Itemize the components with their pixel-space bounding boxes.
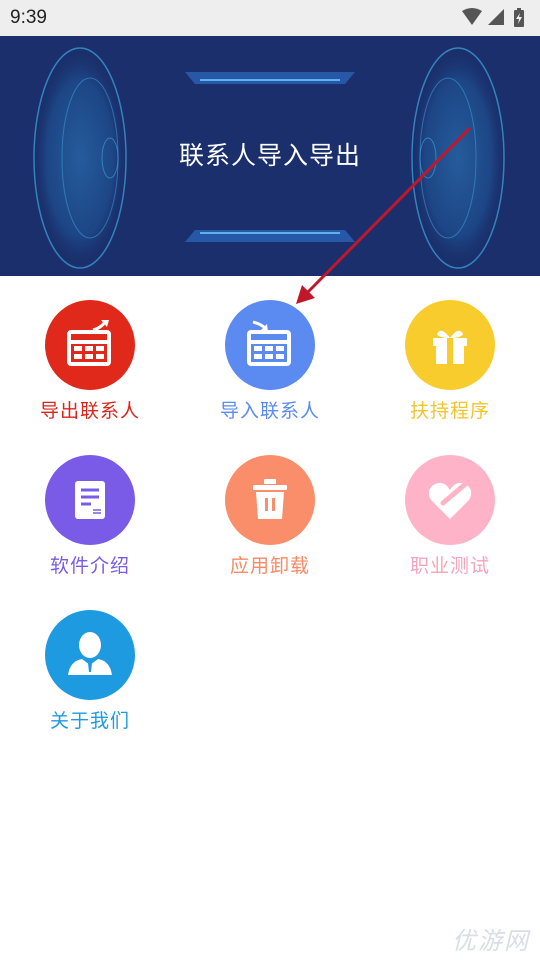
about-us-button[interactable]: 关于我们 (0, 586, 180, 736)
tile-label: 扶持程序 (409, 400, 490, 422)
app-uninstall-button[interactable]: 应用卸载 (180, 431, 360, 581)
export-contacts-button[interactable]: 导出联系人 (0, 276, 180, 426)
battery-icon (514, 8, 524, 27)
tile-label: 导出联系人 (39, 400, 140, 422)
page-title: 联系人导入导出 (178, 141, 361, 170)
gift-box-icon (405, 300, 495, 390)
user-icon (45, 610, 135, 700)
heart-icon (405, 455, 495, 545)
status-icons (460, 7, 530, 29)
export-calendar-icon (45, 300, 135, 390)
signal-icon (488, 9, 504, 25)
status-bar: 9:39 (0, 0, 540, 36)
career-test-button[interactable]: 职业测试 (360, 431, 540, 581)
document-icon (45, 455, 135, 545)
import-contacts-button[interactable]: 导入联系人 (180, 276, 360, 426)
tile-label: 应用卸载 (229, 555, 310, 577)
header-banner: 联系人导入导出 (0, 36, 540, 276)
watermark: 优游网 (452, 927, 530, 955)
tile-label: 关于我们 (49, 710, 130, 732)
tile-label: 导入联系人 (219, 400, 320, 422)
software-intro-button[interactable]: 软件介绍 (0, 431, 180, 581)
support-program-button[interactable]: 扶持程序 (360, 276, 540, 426)
tile-label: 职业测试 (409, 555, 490, 577)
tile-label: 软件介绍 (49, 555, 130, 577)
trash-icon (225, 455, 315, 545)
wifi-icon (462, 8, 482, 25)
status-time: 9:39 (10, 7, 47, 28)
import-calendar-icon (225, 300, 315, 390)
